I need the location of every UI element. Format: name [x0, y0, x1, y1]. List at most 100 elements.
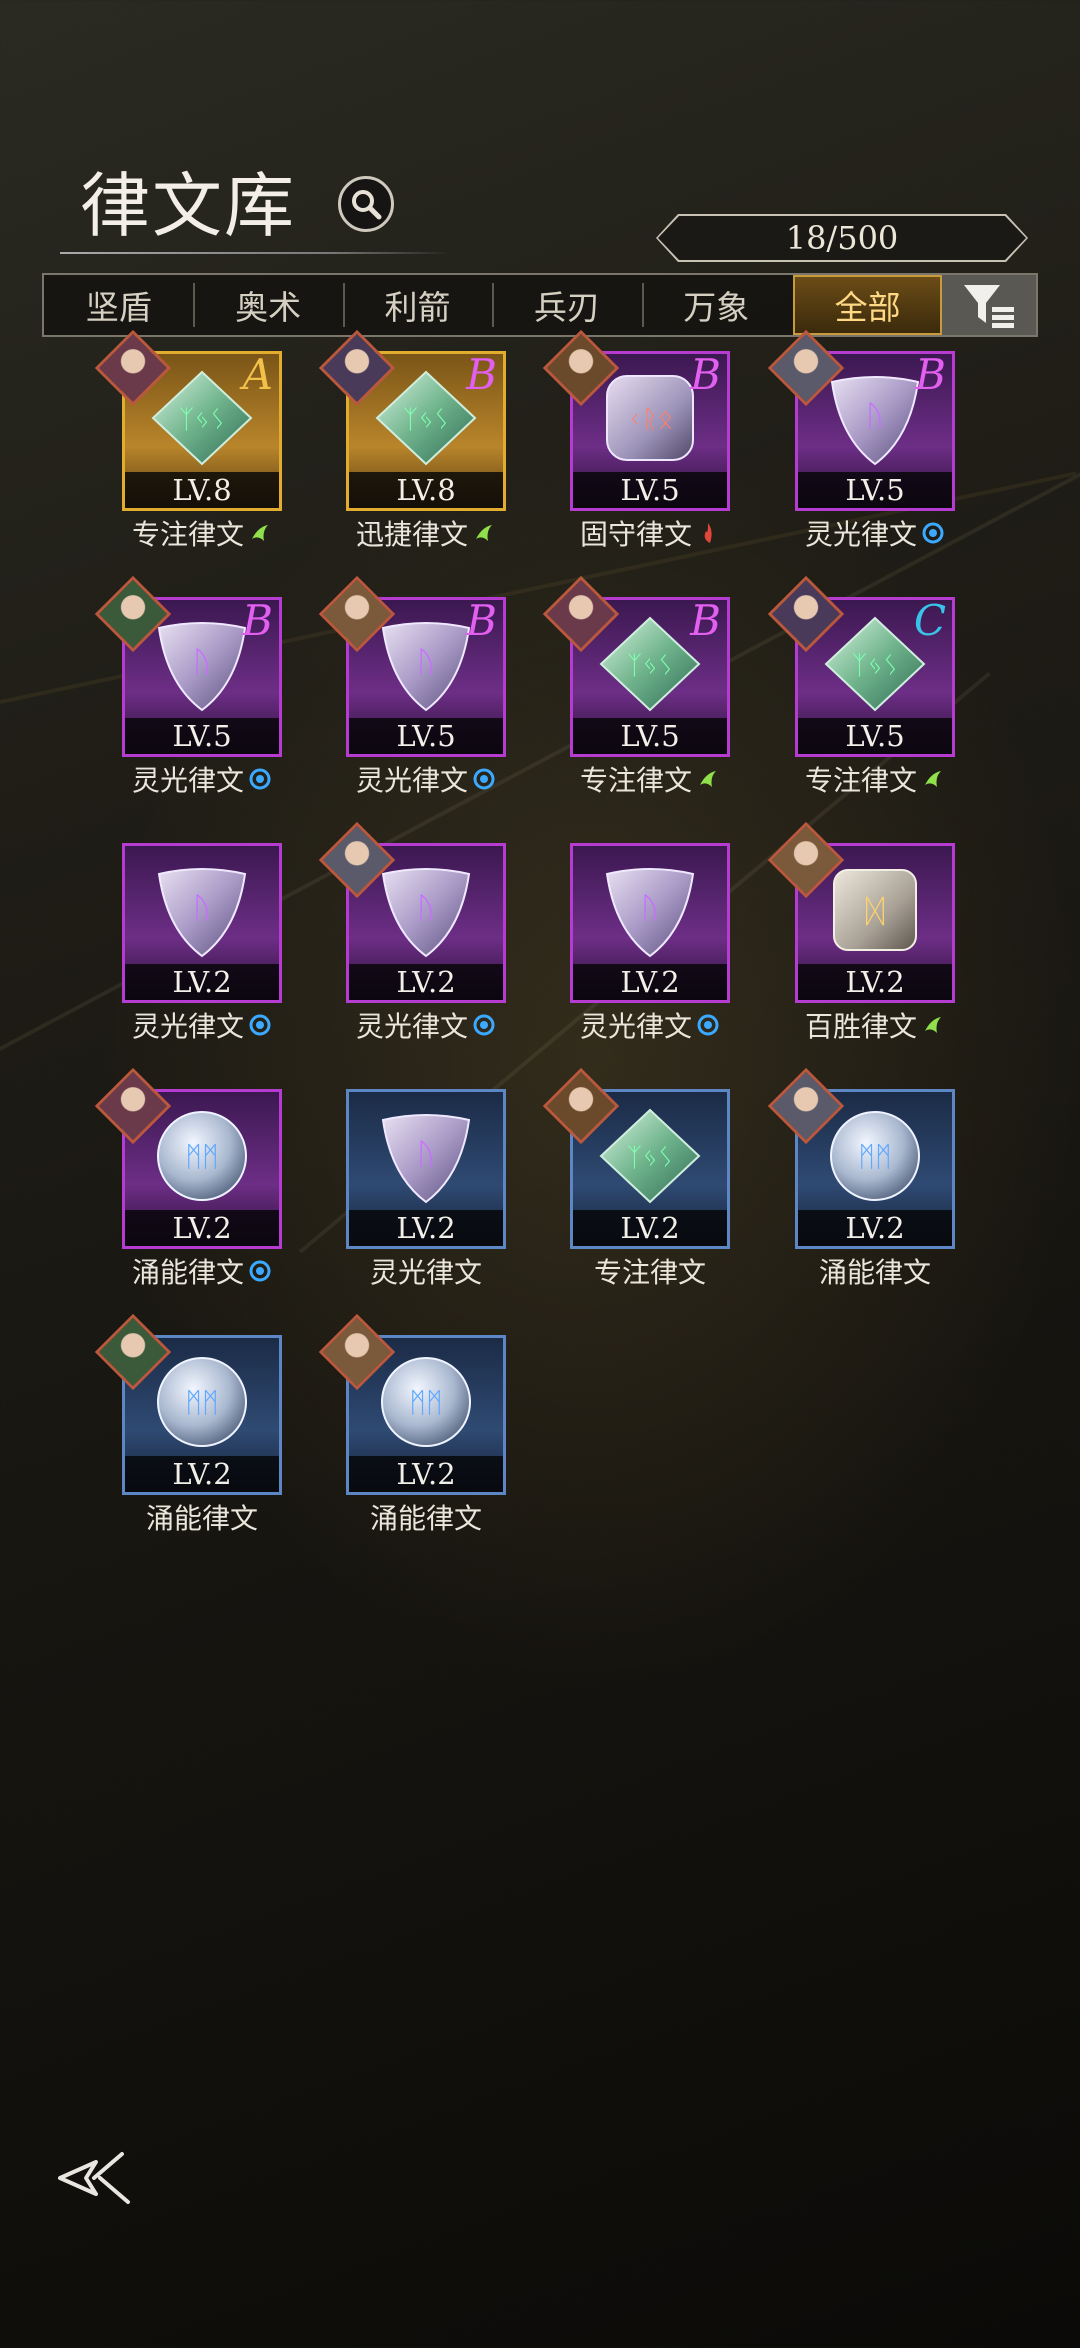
- rune-name-text: 迅捷律文: [355, 518, 468, 551]
- rune-name-text: 灵光律文: [131, 1010, 244, 1043]
- rune-level: LV.2: [349, 964, 503, 1000]
- rune-card[interactable]: ᚢ LV.2: [122, 843, 282, 1003]
- wind-icon: [472, 521, 496, 545]
- wind-icon: [248, 521, 272, 545]
- rune-name-text: 固守律文: [579, 518, 692, 551]
- tab-blade[interactable]: 兵刃: [492, 275, 641, 335]
- rune-name: 灵光律文: [530, 1005, 770, 1045]
- blue-round-icon: ᛗᛗ: [373, 1352, 479, 1452]
- svg-text:ᛉᛃᛊ: ᛉᛃᛊ: [403, 405, 450, 435]
- rune-grade: B: [242, 596, 273, 645]
- svg-text:ᚲᚱᛟ: ᚲᚱᛟ: [627, 405, 674, 435]
- rune-name: 灵光律文: [82, 759, 322, 799]
- svg-text:ᚢ: ᚢ: [417, 891, 435, 926]
- rune-card[interactable]: ᚢ LV.2: [570, 843, 730, 1003]
- blue-round-icon: ᛗᛗ: [822, 1106, 928, 1206]
- rune-name: 涌能律文: [82, 1251, 322, 1291]
- tab-all[interactable]: 全部: [792, 275, 943, 335]
- rune-grade: A: [242, 350, 273, 399]
- wind-icon: [921, 1013, 945, 1037]
- tab-arrow[interactable]: 利箭: [342, 275, 492, 335]
- back-button[interactable]: [56, 2148, 136, 2208]
- green-diamond-icon: ᛉᛃᛊ: [373, 368, 479, 468]
- rune-level: LV.5: [798, 718, 952, 754]
- rune-name-text: 百胜律文: [804, 1010, 917, 1043]
- rune-name-text: 灵光律文: [355, 1010, 468, 1043]
- rune-name: 灵光律文: [82, 1005, 322, 1045]
- rune-name-text: 涌能律文: [145, 1502, 258, 1535]
- rune-name: 涌能律文: [755, 1251, 995, 1291]
- rune-level: LV.5: [573, 718, 727, 754]
- fire-icon: [696, 521, 720, 545]
- rune-level: LV.2: [798, 1210, 952, 1246]
- rune-level: LV.5: [798, 472, 952, 508]
- gold-square-icon: ᛞ: [822, 860, 928, 960]
- rune-name: 专注律文: [530, 759, 770, 799]
- search-button[interactable]: [338, 176, 394, 232]
- rune-name: 涌能律文: [82, 1497, 322, 1537]
- blue-round-icon: ᛗᛗ: [149, 1352, 255, 1452]
- svg-text:ᚢ: ᚢ: [641, 891, 659, 926]
- rune-name-text: 涌能律文: [369, 1502, 482, 1535]
- tab-arcane[interactable]: 奥术: [193, 275, 342, 335]
- green-diamond-icon: ᛉᛃᛊ: [597, 614, 703, 714]
- capacity-counter-text: 18/500: [658, 216, 1026, 260]
- rune-name: 灵光律文: [306, 1005, 546, 1045]
- svg-text:ᛗᛗ: ᛗᛗ: [185, 1140, 219, 1173]
- svg-text:ᚢ: ᚢ: [193, 645, 211, 680]
- rune-name-text: 灵光律文: [131, 764, 244, 797]
- wind-icon: [696, 767, 720, 791]
- rune-level: LV.8: [125, 472, 279, 508]
- svg-text:ᛉᛃᛊ: ᛉᛃᛊ: [179, 405, 226, 435]
- rune-name: 专注律文: [530, 1251, 770, 1291]
- rune-level: LV.2: [125, 1210, 279, 1246]
- tab-shield[interactable]: 坚盾: [44, 275, 193, 335]
- rune-card[interactable]: ᚢ LV.2: [346, 1089, 506, 1249]
- rune-name-text: 专注律文: [804, 764, 917, 797]
- rune-grade: B: [690, 350, 721, 399]
- water-icon: [472, 1013, 496, 1037]
- green-diamond-icon: ᛉᛃᛊ: [149, 368, 255, 468]
- rune-level: LV.2: [573, 1210, 727, 1246]
- rune-name-text: 涌能律文: [818, 1256, 931, 1289]
- capacity-counter: 18/500: [656, 214, 1028, 262]
- rune-level: LV.2: [349, 1456, 503, 1492]
- tab-universal[interactable]: 万象: [641, 275, 791, 335]
- rune-name: 灵光律文: [306, 759, 546, 799]
- rune-name-text: 专注律文: [593, 1256, 706, 1289]
- wind-icon: [921, 767, 945, 791]
- rune-name-text: 专注律文: [579, 764, 692, 797]
- rune-level: LV.2: [125, 1456, 279, 1492]
- purple-triangle-icon: ᚢ: [149, 614, 255, 714]
- svg-text:ᚢ: ᚢ: [417, 1137, 435, 1172]
- rune-grade: B: [466, 596, 497, 645]
- purple-triangle-icon: ᚢ: [822, 368, 928, 468]
- water-icon: [248, 1013, 272, 1037]
- category-tabs: 坚盾 奥术 利箭 兵刃 万象 全部: [42, 273, 1038, 337]
- svg-text:ᛉᛃᛊ: ᛉᛃᛊ: [852, 651, 899, 681]
- rune-level: LV.5: [573, 472, 727, 508]
- purple-triangle-icon: ᚢ: [373, 614, 479, 714]
- filter-button[interactable]: [942, 275, 1036, 335]
- purple-triangle-icon: ᚢ: [373, 1106, 479, 1206]
- rune-name: 专注律文: [755, 759, 995, 799]
- filter-icon: [964, 285, 1015, 328]
- rune-name-text: 灵光律文: [355, 764, 468, 797]
- blue-round-icon: ᛗᛗ: [149, 1106, 255, 1206]
- water-icon: [248, 767, 272, 791]
- rune-name: 灵光律文: [306, 1251, 546, 1291]
- rune-level: LV.2: [573, 964, 727, 1000]
- svg-text:ᛉᛃᛊ: ᛉᛃᛊ: [627, 1143, 674, 1173]
- rune-grade: B: [690, 596, 721, 645]
- rune-name: 固守律文: [530, 513, 770, 553]
- rune-grade: C: [913, 596, 946, 645]
- rune-name: 涌能律文: [306, 1497, 546, 1537]
- svg-text:ᛗᛗ: ᛗᛗ: [858, 1140, 892, 1173]
- svg-text:ᚢ: ᚢ: [866, 399, 884, 434]
- water-icon: [696, 1013, 720, 1037]
- rune-level: LV.5: [125, 718, 279, 754]
- rune-name: 专注律文: [82, 513, 322, 553]
- svg-text:ᛞ: ᛞ: [865, 892, 884, 930]
- search-icon: [352, 190, 382, 220]
- red-square-icon: ᚲᚱᛟ: [597, 368, 703, 468]
